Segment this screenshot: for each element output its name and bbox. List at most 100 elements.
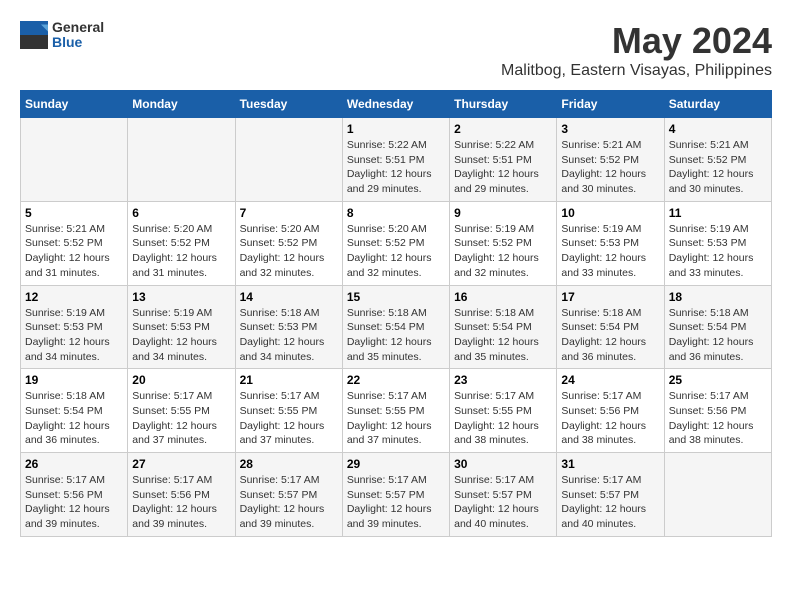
page-title: May 2024 <box>501 20 772 62</box>
calendar-cell: 20Sunrise: 5:17 AMSunset: 5:55 PMDayligh… <box>128 369 235 453</box>
calendar-cell: 24Sunrise: 5:17 AMSunset: 5:56 PMDayligh… <box>557 369 664 453</box>
day-number: 23 <box>454 373 552 387</box>
day-number: 12 <box>25 290 123 304</box>
logo-text: General Blue <box>52 20 104 51</box>
calendar-cell: 31 Sunrise: 5:17 AMSunset: 5:57 PMDayligh… <box>557 453 664 537</box>
calendar-week-row: 5 Sunrise: 5:21 AMSunset: 5:52 PMDaylight… <box>21 201 772 285</box>
weekday-header: Sunday <box>21 91 128 118</box>
day-info: Sunrise: 5:18 AMSunset: 5:54 PMDaylight:… <box>561 306 659 365</box>
day-info: Sunrise: 5:17 AMSunset: 5:55 PMDaylight:… <box>454 389 552 448</box>
calendar-cell: 19 Sunrise: 5:18 AMSunset: 5:54 PMDayligh… <box>21 369 128 453</box>
day-info: Sunrise: 5:19 AMSunset: 5:53 PMDaylight:… <box>25 306 123 365</box>
calendar-cell: 16 Sunrise: 5:18 AMSunset: 5:54 PMDayligh… <box>450 285 557 369</box>
day-number: 27 <box>132 457 230 471</box>
title-area: May 2024 Malitbog, Eastern Visayas, Phil… <box>501 20 772 80</box>
page-header: General Blue May 2024 Malitbog, Eastern … <box>20 20 772 80</box>
day-number: 31 <box>561 457 659 471</box>
logo-icon <box>20 21 48 49</box>
day-info: Sunrise: 5:22 AMSunset: 5:51 PMDaylight:… <box>347 138 445 197</box>
calendar-table: SundayMondayTuesdayWednesdayThursdayFrid… <box>20 90 772 537</box>
calendar-cell: 22Sunrise: 5:17 AMSunset: 5:55 PMDayligh… <box>342 369 449 453</box>
calendar-cell: 3 Sunrise: 5:21 AMSunset: 5:52 PMDaylight… <box>557 118 664 202</box>
calendar-cell: 12 Sunrise: 5:19 AMSunset: 5:53 PMDayligh… <box>21 285 128 369</box>
calendar-cell: 13Sunrise: 5:19 AMSunset: 5:53 PMDayligh… <box>128 285 235 369</box>
day-info: Sunrise: 5:19 AMSunset: 5:53 PMDaylight:… <box>669 222 767 281</box>
calendar-cell <box>664 453 771 537</box>
calendar-cell: 4Sunrise: 5:21 AMSunset: 5:52 PMDaylight… <box>664 118 771 202</box>
calendar-cell: 5 Sunrise: 5:21 AMSunset: 5:52 PMDaylight… <box>21 201 128 285</box>
day-info: Sunrise: 5:18 AMSunset: 5:54 PMDaylight:… <box>347 306 445 365</box>
day-info: Sunrise: 5:21 AMSunset: 5:52 PMDaylight:… <box>25 222 123 281</box>
day-number: 10 <box>561 206 659 220</box>
weekday-header: Tuesday <box>235 91 342 118</box>
day-info: Sunrise: 5:17 AMSunset: 5:57 PMDaylight:… <box>561 473 659 532</box>
calendar-cell: 27 Sunrise: 5:17 AMSunset: 5:56 PMDayligh… <box>128 453 235 537</box>
day-info: Sunrise: 5:22 AMSunset: 5:51 PMDaylight:… <box>454 138 552 197</box>
calendar-cell: 17 Sunrise: 5:18 AMSunset: 5:54 PMDayligh… <box>557 285 664 369</box>
day-info: Sunrise: 5:21 AMSunset: 5:52 PMDaylight:… <box>669 138 767 197</box>
weekday-header: Saturday <box>664 91 771 118</box>
day-number: 13 <box>132 290 230 304</box>
calendar-cell: 30 Sunrise: 5:17 AMSunset: 5:57 PMDayligh… <box>450 453 557 537</box>
day-number: 21 <box>240 373 338 387</box>
calendar-cell <box>21 118 128 202</box>
day-info: Sunrise: 5:21 AMSunset: 5:52 PMDaylight:… <box>561 138 659 197</box>
calendar-cell: 25 Sunrise: 5:17 AMSunset: 5:56 PMDayligh… <box>664 369 771 453</box>
calendar-cell: 29Sunrise: 5:17 AMSunset: 5:57 PMDayligh… <box>342 453 449 537</box>
day-number: 6 <box>132 206 230 220</box>
page-subtitle: Malitbog, Eastern Visayas, Philippines <box>501 62 772 80</box>
day-info: Sunrise: 5:20 AMSunset: 5:52 PMDaylight:… <box>347 222 445 281</box>
day-number: 9 <box>454 206 552 220</box>
calendar-cell: 15Sunrise: 5:18 AMSunset: 5:54 PMDayligh… <box>342 285 449 369</box>
calendar-cell: 10Sunrise: 5:19 AMSunset: 5:53 PMDayligh… <box>557 201 664 285</box>
calendar-cell: 26Sunrise: 5:17 AMSunset: 5:56 PMDayligh… <box>21 453 128 537</box>
day-number: 5 <box>25 206 123 220</box>
calendar-cell: 23 Sunrise: 5:17 AMSunset: 5:55 PMDayligh… <box>450 369 557 453</box>
day-info: Sunrise: 5:18 AMSunset: 5:54 PMDaylight:… <box>454 306 552 365</box>
day-info: Sunrise: 5:17 AMSunset: 5:56 PMDaylight:… <box>669 389 767 448</box>
calendar-cell: 2 Sunrise: 5:22 AMSunset: 5:51 PMDaylight… <box>450 118 557 202</box>
day-info: Sunrise: 5:18 AMSunset: 5:54 PMDaylight:… <box>25 389 123 448</box>
day-info: Sunrise: 5:17 AMSunset: 5:57 PMDaylight:… <box>347 473 445 532</box>
day-number: 18 <box>669 290 767 304</box>
day-number: 19 <box>25 373 123 387</box>
calendar-cell: 14Sunrise: 5:18 AMSunset: 5:53 PMDayligh… <box>235 285 342 369</box>
calendar-week-row: 26Sunrise: 5:17 AMSunset: 5:56 PMDayligh… <box>21 453 772 537</box>
calendar-cell: 21 Sunrise: 5:17 AMSunset: 5:55 PMDayligh… <box>235 369 342 453</box>
day-info: Sunrise: 5:17 AMSunset: 5:55 PMDaylight:… <box>240 389 338 448</box>
day-number: 25 <box>669 373 767 387</box>
day-number: 22 <box>347 373 445 387</box>
day-info: Sunrise: 5:18 AMSunset: 5:53 PMDaylight:… <box>240 306 338 365</box>
day-number: 28 <box>240 457 338 471</box>
calendar-cell: 28 Sunrise: 5:17 AMSunset: 5:57 PMDayligh… <box>235 453 342 537</box>
day-number: 17 <box>561 290 659 304</box>
day-number: 16 <box>454 290 552 304</box>
day-info: Sunrise: 5:19 AMSunset: 5:52 PMDaylight:… <box>454 222 552 281</box>
weekday-header: Friday <box>557 91 664 118</box>
day-info: Sunrise: 5:17 AMSunset: 5:57 PMDaylight:… <box>454 473 552 532</box>
logo-blue: Blue <box>52 35 104 50</box>
day-info: Sunrise: 5:20 AMSunset: 5:52 PMDaylight:… <box>132 222 230 281</box>
logo-general: General <box>52 20 104 35</box>
day-number: 3 <box>561 122 659 136</box>
day-number: 2 <box>454 122 552 136</box>
day-info: Sunrise: 5:17 AMSunset: 5:57 PMDaylight:… <box>240 473 338 532</box>
calendar-cell: 9 Sunrise: 5:19 AMSunset: 5:52 PMDaylight… <box>450 201 557 285</box>
day-number: 11 <box>669 206 767 220</box>
calendar-week-row: 12 Sunrise: 5:19 AMSunset: 5:53 PMDayligh… <box>21 285 772 369</box>
day-number: 8 <box>347 206 445 220</box>
logo: General Blue <box>20 20 104 51</box>
day-number: 24 <box>561 373 659 387</box>
weekday-header: Thursday <box>450 91 557 118</box>
calendar-cell: 1Sunrise: 5:22 AMSunset: 5:51 PMDaylight… <box>342 118 449 202</box>
calendar-cell: 7Sunrise: 5:20 AMSunset: 5:52 PMDaylight… <box>235 201 342 285</box>
day-info: Sunrise: 5:18 AMSunset: 5:54 PMDaylight:… <box>669 306 767 365</box>
weekday-header: Monday <box>128 91 235 118</box>
day-info: Sunrise: 5:17 AMSunset: 5:55 PMDaylight:… <box>132 389 230 448</box>
day-info: Sunrise: 5:17 AMSunset: 5:56 PMDaylight:… <box>25 473 123 532</box>
weekday-header: Wednesday <box>342 91 449 118</box>
calendar-cell: 8 Sunrise: 5:20 AMSunset: 5:52 PMDaylight… <box>342 201 449 285</box>
calendar-week-row: 1Sunrise: 5:22 AMSunset: 5:51 PMDaylight… <box>21 118 772 202</box>
day-info: Sunrise: 5:17 AMSunset: 5:56 PMDaylight:… <box>132 473 230 532</box>
day-number: 30 <box>454 457 552 471</box>
